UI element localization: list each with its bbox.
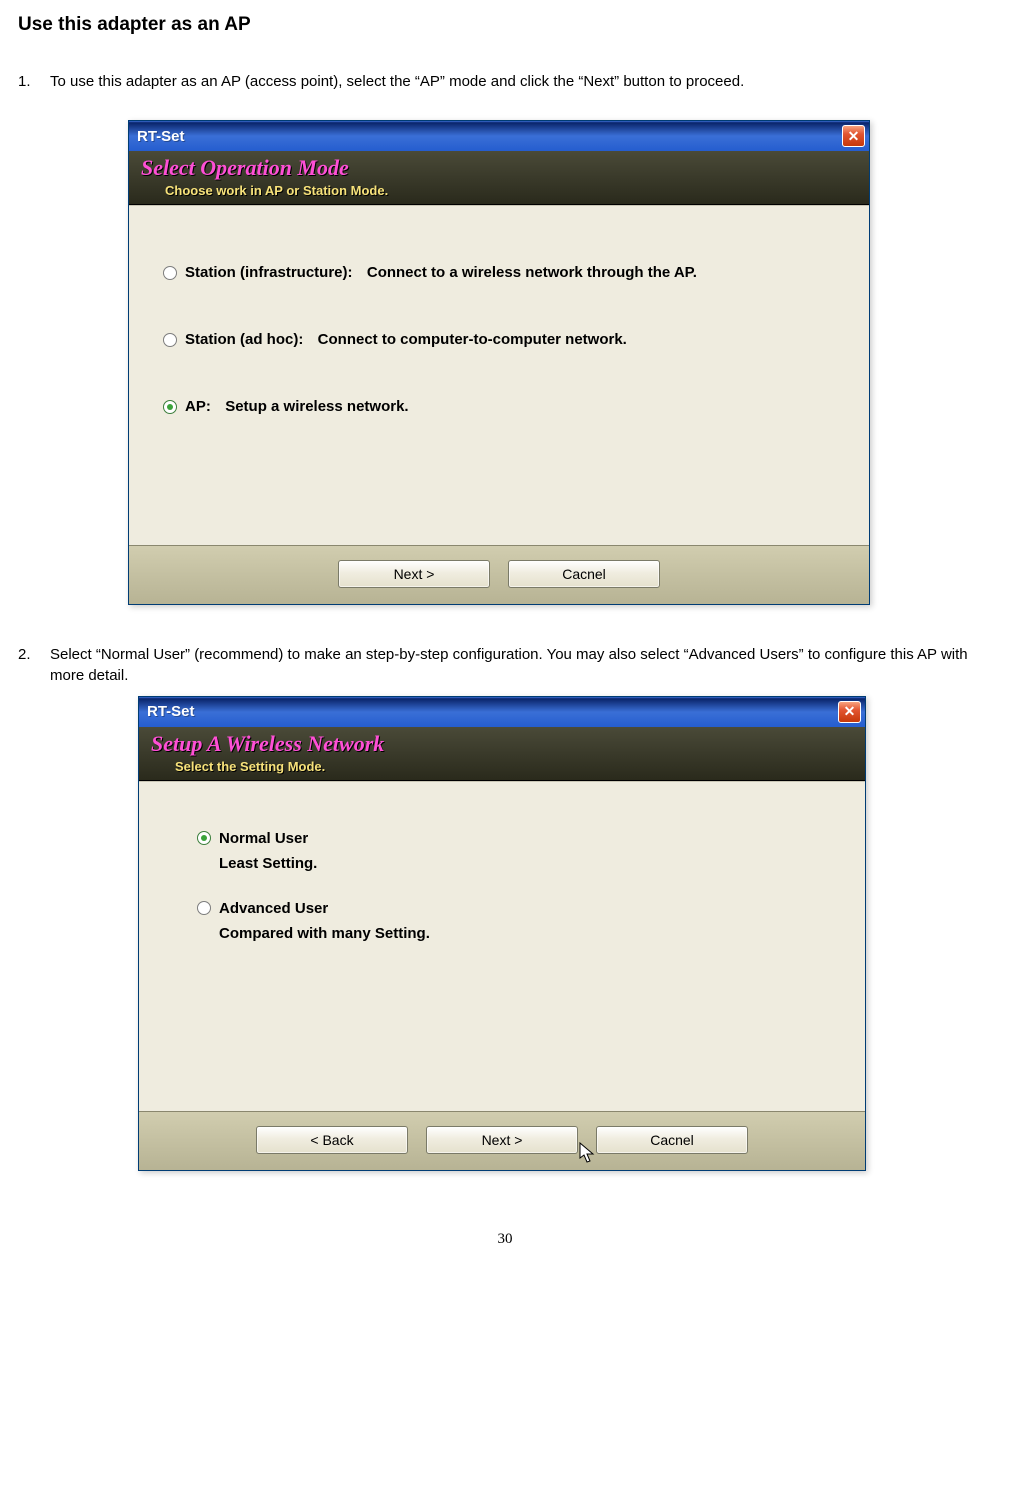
dialog-footer: Next > Cacnel (129, 545, 869, 604)
dialog-header: Setup A Wireless Network Select the Sett… (139, 727, 865, 781)
radio-icon (163, 333, 177, 347)
page-number: 30 (18, 1231, 992, 1248)
titlebar: RT-Set ✕ (139, 697, 865, 727)
radio-desc: Setup a wireless network. (225, 398, 408, 415)
step-2-number: 2. (18, 645, 50, 686)
step-1-text: To use this adapter as an AP (access poi… (50, 72, 992, 92)
radio-desc-inline (359, 264, 367, 281)
close-icon: ✕ (848, 128, 860, 145)
cancel-button[interactable]: Cacnel (596, 1126, 748, 1154)
window-title: RT-Set (147, 703, 838, 720)
radio-label: Normal User (219, 830, 308, 847)
dialog-header-title: Select Operation Mode (141, 155, 857, 181)
close-button[interactable]: ✕ (842, 125, 865, 147)
step-1: 1. To use this adapter as an AP (access … (18, 72, 992, 92)
radio-icon (197, 901, 211, 915)
radio-desc-inline (309, 331, 317, 348)
radio-desc-inline (217, 398, 225, 415)
next-button[interactable]: Next > (426, 1126, 578, 1154)
radio-label: AP: (185, 398, 211, 415)
step-2: 2. Select “Normal User” (recommend) to m… (18, 645, 992, 686)
close-button[interactable]: ✕ (838, 701, 861, 723)
back-button[interactable]: < Back (256, 1126, 408, 1154)
radio-station-infrastructure[interactable]: Station (infrastructure): Connect to a w… (163, 264, 845, 281)
radio-ap[interactable]: AP: Setup a wireless network. (163, 398, 845, 415)
cancel-button[interactable]: Cacnel (508, 560, 660, 588)
radio-label: Advanced User (219, 900, 328, 917)
next-button[interactable]: Next > (338, 560, 490, 588)
radio-label: Station (infrastructure): (185, 264, 353, 281)
radio-icon (197, 831, 211, 845)
radio-station-adhoc[interactable]: Station (ad hoc): Connect to computer-to… (163, 331, 845, 348)
dialog-footer: < Back Next > Cacnel (139, 1111, 865, 1170)
radio-normal-desc: Least Setting. (219, 855, 841, 872)
radio-advanced-user[interactable]: Advanced User (197, 900, 841, 917)
dialog-header-sub: Select the Setting Mode. (175, 759, 853, 774)
radio-label: Station (ad hoc): (185, 331, 303, 348)
dialog-header: Select Operation Mode Choose work in AP … (129, 151, 869, 205)
section-heading: Use this adapter as an AP (18, 14, 992, 36)
radio-desc: Connect to a wireless network through th… (367, 264, 697, 281)
titlebar: RT-Set ✕ (129, 121, 869, 151)
radio-advanced-desc: Compared with many Setting. (219, 925, 841, 942)
window-title: RT-Set (137, 128, 842, 145)
radio-normal-user[interactable]: Normal User (197, 830, 841, 847)
radio-icon (163, 266, 177, 280)
window-setup-wireless: RT-Set ✕ Setup A Wireless Network Select… (138, 696, 866, 1171)
radio-desc: Connect to computer-to-computer network. (318, 331, 627, 348)
window-operation-mode: RT-Set ✕ Select Operation Mode Choose wo… (128, 120, 870, 605)
dialog-body: Normal User Least Setting. Advanced User… (139, 781, 865, 1111)
dialog-header-title: Setup A Wireless Network (151, 731, 853, 757)
dialog-header-sub: Choose work in AP or Station Mode. (165, 183, 857, 198)
radio-icon (163, 400, 177, 414)
step-1-number: 1. (18, 72, 50, 92)
step-2-text: Select “Normal User” (recommend) to make… (50, 645, 992, 686)
dialog-body: Station (infrastructure): Connect to a w… (129, 205, 869, 545)
close-icon: ✕ (844, 703, 856, 720)
